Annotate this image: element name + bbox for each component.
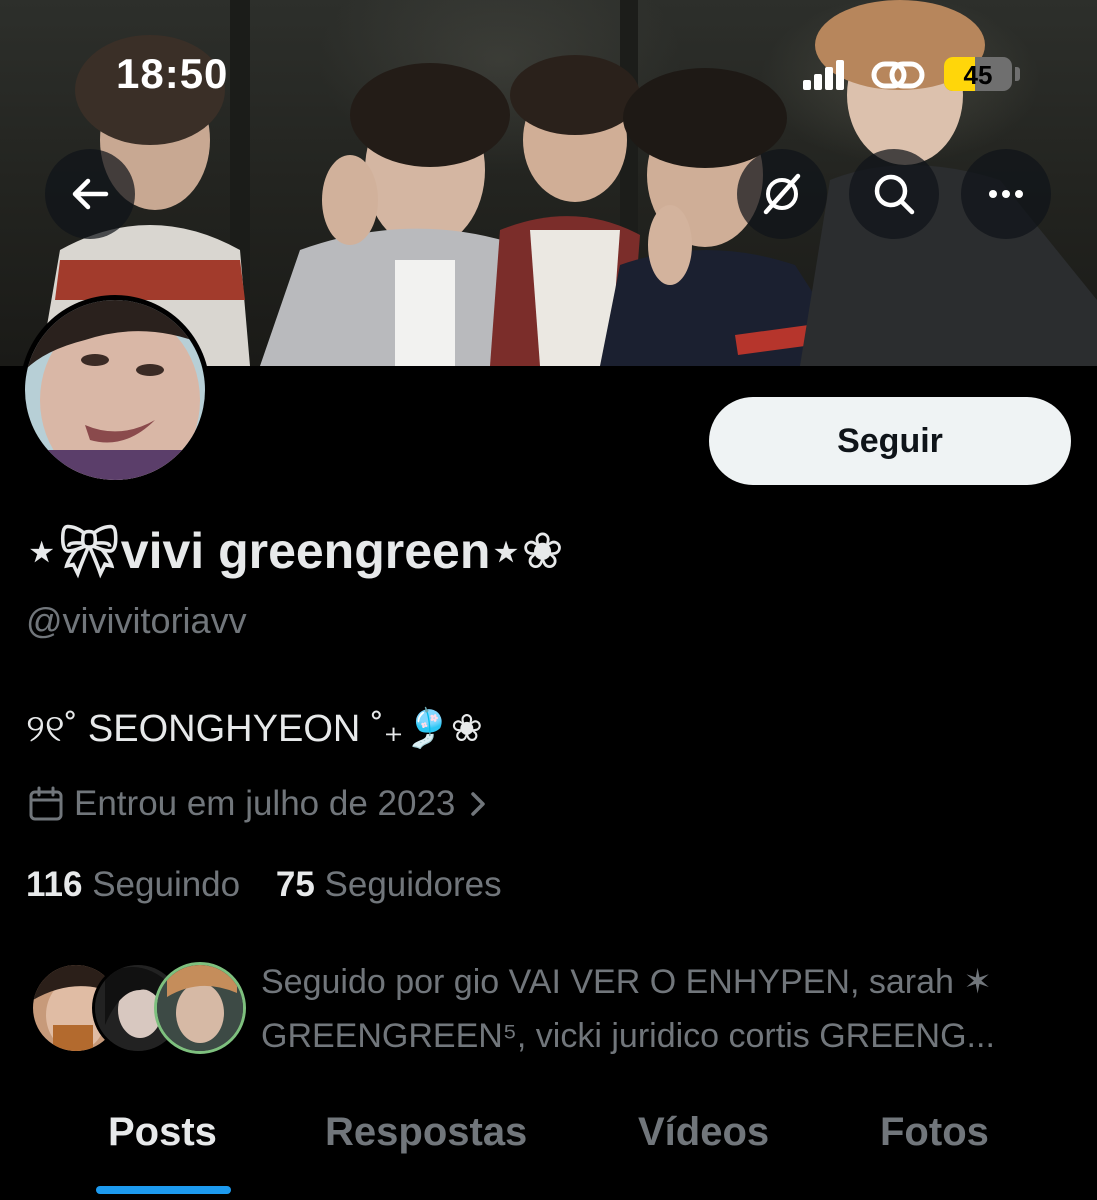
calendar-icon bbox=[29, 786, 63, 821]
following-stat[interactable]: 116 Seguindo bbox=[26, 865, 240, 905]
search-icon bbox=[874, 174, 915, 215]
back-button[interactable] bbox=[45, 149, 135, 239]
joined-date: Entrou em julho de 2023 bbox=[74, 784, 456, 823]
followed-by-line-2: GREENGREEN⁵, vicki juridico cortis GREEN… bbox=[261, 1017, 995, 1055]
followed-by-avatars[interactable] bbox=[30, 962, 246, 1054]
grok-button[interactable] bbox=[737, 149, 827, 239]
followed-by-line-1: Seguido por gio VAI VER O ENHYPEN, sarah… bbox=[261, 963, 992, 1001]
profile-avatar[interactable] bbox=[20, 295, 210, 485]
tab-replies[interactable]: Respostas bbox=[325, 1110, 527, 1155]
more-icon bbox=[989, 190, 1023, 198]
followers-label: Seguidores bbox=[324, 865, 502, 904]
following-label: Seguindo bbox=[92, 865, 241, 904]
slashed-circle-icon bbox=[763, 173, 801, 215]
profile-handle: @vivivitoriavv bbox=[26, 600, 247, 641]
joined-date-row[interactable]: Entrou em julho de 2023 bbox=[26, 784, 493, 824]
profile-tabs: Posts Respostas Vídeos Fotos bbox=[0, 1100, 1097, 1200]
follower-avatar bbox=[154, 962, 246, 1054]
profile-display-name: ⋆🎀︎vivi greengreen⋆❀ bbox=[26, 523, 564, 579]
follow-stats: 116 Seguindo 75 Seguidores bbox=[26, 865, 528, 905]
tab-videos[interactable]: Vídeos bbox=[638, 1110, 769, 1155]
followers-count: 75 bbox=[275, 865, 315, 904]
status-time: 18:50 bbox=[116, 50, 229, 97]
personal-hotspot-icon bbox=[871, 61, 925, 89]
cellular-signal-icon bbox=[803, 60, 844, 90]
battery-tip bbox=[1015, 67, 1020, 81]
following-count: 116 bbox=[26, 865, 83, 904]
back-arrow-icon bbox=[72, 178, 109, 210]
tab-posts[interactable]: Posts bbox=[108, 1110, 217, 1155]
tab-photos[interactable]: Fotos bbox=[880, 1110, 989, 1155]
follow-button[interactable]: Seguir bbox=[709, 397, 1071, 485]
followers-stat[interactable]: 75 Seguidores bbox=[276, 865, 502, 905]
avatar-photo bbox=[25, 300, 205, 480]
battery-level: 45 bbox=[963, 60, 993, 90]
battery-icon: 45 bbox=[944, 57, 1012, 91]
search-button[interactable] bbox=[849, 149, 939, 239]
profile-bio: ୨୧˚ SEONGHYEON ˚₊🎐❀ bbox=[26, 708, 483, 750]
chevron-right-icon bbox=[471, 792, 486, 816]
more-button[interactable] bbox=[961, 149, 1051, 239]
status-bar: 18:50 45 bbox=[0, 0, 1097, 140]
active-tab-indicator bbox=[96, 1186, 231, 1194]
followed-by-text[interactable]: Seguido por gio VAI VER O ENHYPEN, sarah… bbox=[261, 955, 1061, 1063]
